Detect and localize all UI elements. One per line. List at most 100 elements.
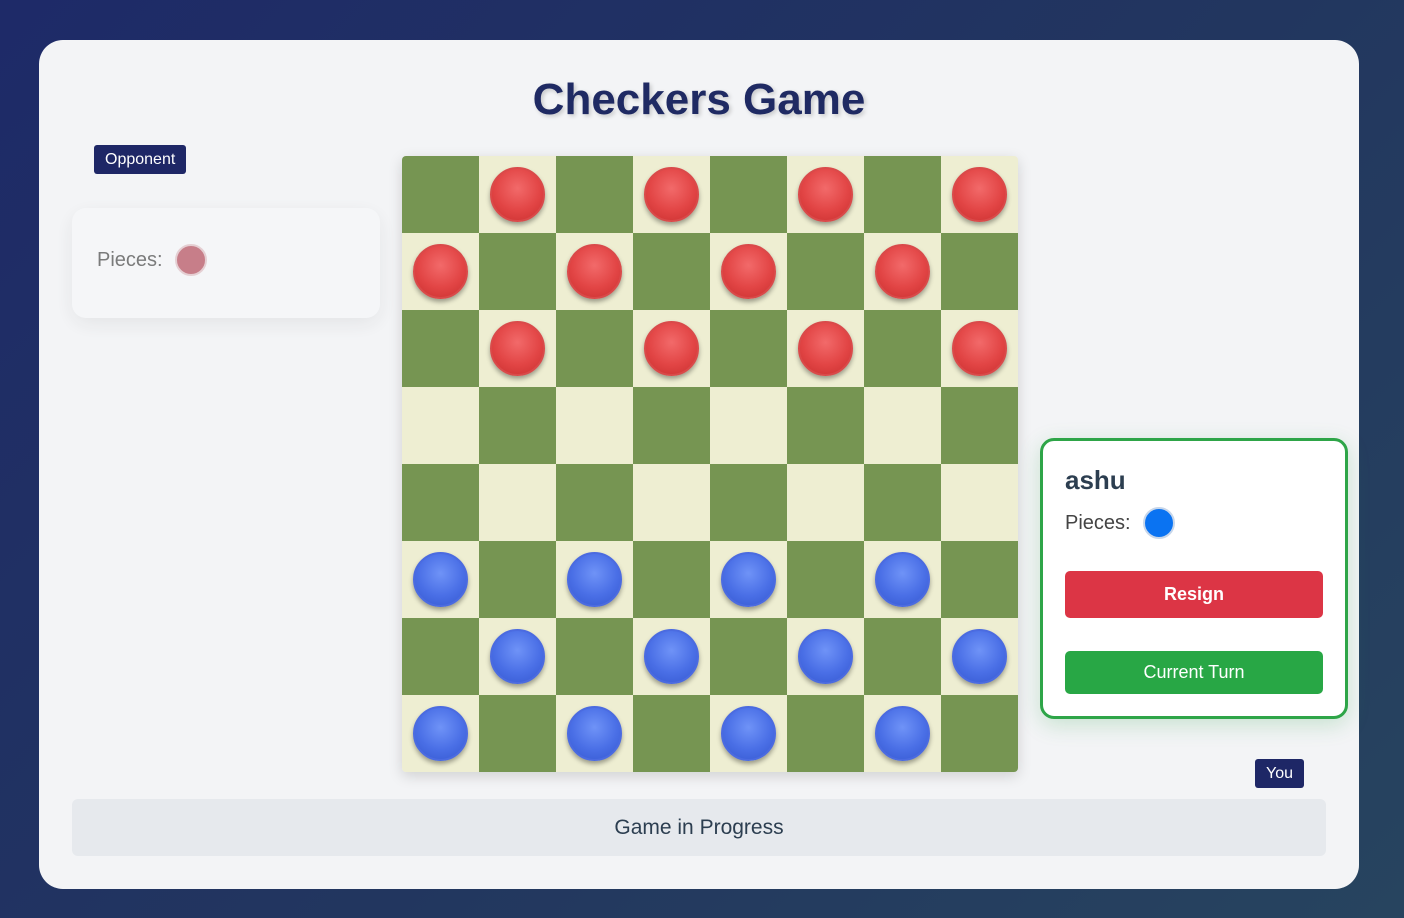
board-square[interactable] <box>402 618 479 695</box>
blue-checker-piece[interactable] <box>798 629 853 684</box>
player-name: ashu <box>1065 465 1126 495</box>
board-square[interactable] <box>710 387 787 464</box>
board-square[interactable] <box>633 541 710 618</box>
board-square[interactable] <box>633 387 710 464</box>
board-square[interactable] <box>402 387 479 464</box>
board-square[interactable] <box>402 464 479 541</box>
red-checker-piece[interactable] <box>798 321 853 376</box>
board-square[interactable] <box>710 464 787 541</box>
red-checker-piece[interactable] <box>721 244 776 299</box>
player-pieces-row: Pieces: <box>1065 507 1175 539</box>
board-square[interactable] <box>556 695 633 772</box>
board-square[interactable] <box>479 541 556 618</box>
red-checker-piece[interactable] <box>490 167 545 222</box>
board-square[interactable] <box>710 541 787 618</box>
board-square[interactable] <box>402 695 479 772</box>
opponent-tag: Opponent <box>94 145 187 174</box>
board-square[interactable] <box>787 387 864 464</box>
red-checker-piece[interactable] <box>798 167 853 222</box>
board-square[interactable] <box>941 618 1018 695</box>
board-square[interactable] <box>556 233 633 310</box>
blue-checker-piece[interactable] <box>875 552 930 607</box>
board-square[interactable] <box>787 156 864 233</box>
board-square[interactable] <box>864 464 941 541</box>
board-square[interactable] <box>864 541 941 618</box>
board-square[interactable] <box>864 618 941 695</box>
blue-checker-piece[interactable] <box>567 706 622 761</box>
board-square[interactable] <box>941 695 1018 772</box>
board-square[interactable] <box>479 156 556 233</box>
board-square[interactable] <box>787 464 864 541</box>
board-square[interactable] <box>479 464 556 541</box>
board-square[interactable] <box>479 387 556 464</box>
board-square[interactable] <box>710 156 787 233</box>
board-square[interactable] <box>787 618 864 695</box>
red-checker-piece[interactable] <box>644 321 699 376</box>
current-turn-button[interactable]: Current Turn <box>1065 651 1323 694</box>
red-checker-piece[interactable] <box>952 321 1007 376</box>
board-square[interactable] <box>864 387 941 464</box>
board-square[interactable] <box>941 387 1018 464</box>
board-square[interactable] <box>402 310 479 387</box>
blue-checker-piece[interactable] <box>721 552 776 607</box>
board-square[interactable] <box>864 233 941 310</box>
blue-checker-piece[interactable] <box>567 552 622 607</box>
board-square[interactable] <box>941 541 1018 618</box>
board-square[interactable] <box>710 310 787 387</box>
board-square[interactable] <box>941 233 1018 310</box>
board-square[interactable] <box>556 310 633 387</box>
red-checker-piece[interactable] <box>644 167 699 222</box>
board-square[interactable] <box>941 464 1018 541</box>
board-square[interactable] <box>633 156 710 233</box>
blue-checker-piece[interactable] <box>875 706 930 761</box>
board-square[interactable] <box>864 695 941 772</box>
opponent-pieces-row: Pieces: <box>97 244 207 276</box>
board-square[interactable] <box>556 464 633 541</box>
blue-checker-piece[interactable] <box>490 629 545 684</box>
board-square[interactable] <box>556 541 633 618</box>
board-square[interactable] <box>787 541 864 618</box>
you-tag: You <box>1255 759 1304 788</box>
red-checker-piece[interactable] <box>413 244 468 299</box>
board-square[interactable] <box>941 156 1018 233</box>
board-square[interactable] <box>479 695 556 772</box>
board-square[interactable] <box>633 310 710 387</box>
red-checker-piece[interactable] <box>490 321 545 376</box>
board-square[interactable] <box>402 156 479 233</box>
checkers-board[interactable] <box>402 156 1018 772</box>
blue-checker-piece[interactable] <box>952 629 1007 684</box>
board-square[interactable] <box>864 156 941 233</box>
board-square[interactable] <box>556 387 633 464</box>
board-square[interactable] <box>479 233 556 310</box>
red-checker-piece[interactable] <box>567 244 622 299</box>
player-pieces-label: Pieces: <box>1065 511 1131 534</box>
board-square[interactable] <box>479 618 556 695</box>
board-square[interactable] <box>787 695 864 772</box>
board-square[interactable] <box>633 618 710 695</box>
board-square[interactable] <box>864 310 941 387</box>
board-square[interactable] <box>787 233 864 310</box>
board-square[interactable] <box>941 310 1018 387</box>
board-square[interactable] <box>787 310 864 387</box>
board-square[interactable] <box>402 541 479 618</box>
board-square[interactable] <box>556 156 633 233</box>
board-square[interactable] <box>479 310 556 387</box>
blue-checker-piece[interactable] <box>721 706 776 761</box>
opponent-panel: Pieces: <box>72 208 380 318</box>
blue-checker-piece[interactable] <box>644 629 699 684</box>
board-square[interactable] <box>402 233 479 310</box>
red-checker-piece[interactable] <box>952 167 1007 222</box>
resign-button[interactable]: Resign <box>1065 571 1323 618</box>
blue-checker-piece[interactable] <box>413 706 468 761</box>
board-square[interactable] <box>556 618 633 695</box>
board-square[interactable] <box>710 618 787 695</box>
board-square[interactable] <box>710 233 787 310</box>
board-square[interactable] <box>710 695 787 772</box>
board-square[interactable] <box>633 695 710 772</box>
red-checker-piece[interactable] <box>875 244 930 299</box>
blue-checker-piece[interactable] <box>413 552 468 607</box>
board-square[interactable] <box>633 464 710 541</box>
opponent-pieces-label: Pieces: <box>97 248 163 271</box>
game-card: Checkers Game Opponent Pieces: ashu Piec… <box>39 40 1359 889</box>
board-square[interactable] <box>633 233 710 310</box>
